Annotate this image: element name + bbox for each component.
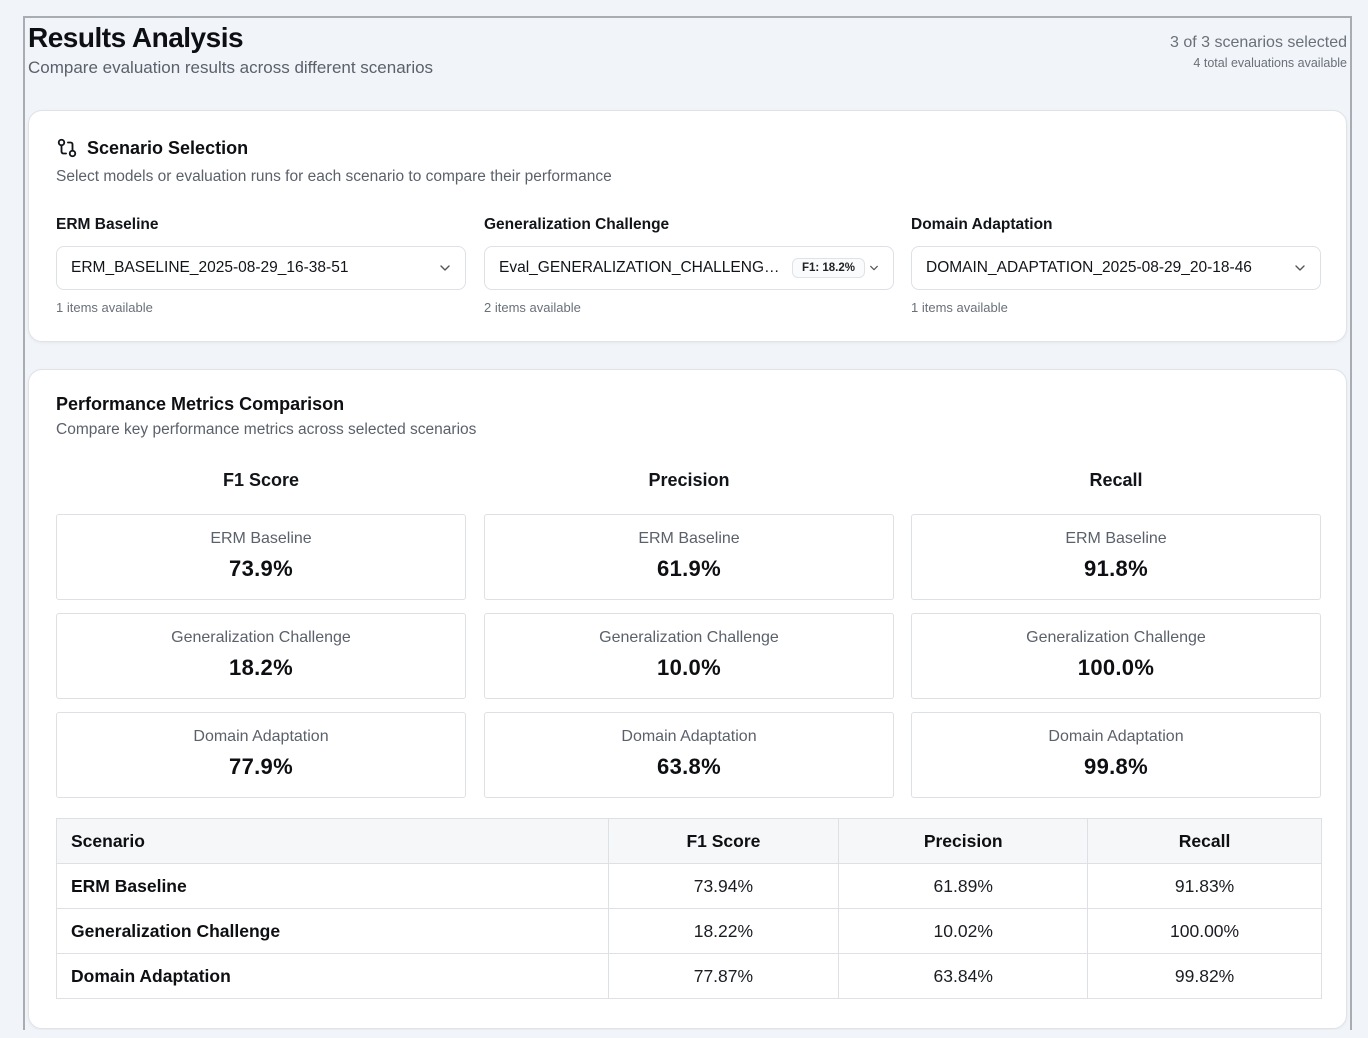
- table-row: Domain Adaptation 77.87% 63.84% 99.82%: [56, 953, 1322, 999]
- chevron-down-icon: [870, 265, 878, 271]
- git-compare-icon: [56, 137, 78, 159]
- domain-adaptation-select[interactable]: DOMAIN_ADAPTATION_2025-08-29_20-18-46: [911, 246, 1321, 290]
- items-available-count: 1 items available: [911, 300, 1008, 315]
- cell-f1-score: 73.94%: [607, 863, 840, 909]
- scenario-selection-title: Scenario Selection: [87, 137, 249, 158]
- metric-value: 63.8%: [657, 754, 721, 779]
- page-title: Results Analysis: [28, 22, 244, 53]
- column-header-scenario: Scenario: [56, 818, 609, 864]
- metric-scenario-label: Domain Adaptation: [621, 728, 757, 745]
- metrics-description: Compare key performance metrics across s…: [56, 421, 477, 438]
- dropdown-selected-value: Eval_GENERALIZATION_CHALLENGE_2025-08-29: [499, 259, 782, 276]
- cell-recall: 100.00%: [1087, 908, 1322, 954]
- metric-value: 10.0%: [657, 655, 721, 680]
- column-header-precision: Precision: [838, 818, 1089, 864]
- scenario-selection-header: Scenario Selection: [56, 137, 248, 159]
- metrics-comparison-table: Scenario F1 Score Precision Recall ERM B…: [56, 818, 1322, 999]
- page-subtitle: Compare evaluation results across differ…: [28, 58, 434, 77]
- metric-scenario-label: ERM Baseline: [210, 530, 312, 547]
- metric-card: Generalization Challenge 18.2%: [56, 613, 466, 699]
- performance-metrics-card: Performance Metrics Comparison Compare k…: [28, 369, 1347, 1029]
- cell-scenario: Generalization Challenge: [56, 908, 609, 954]
- items-available-count: 2 items available: [484, 300, 581, 315]
- total-evaluations-count: 4 total evaluations available: [1193, 56, 1347, 70]
- f1-score-badge: F1: 18.2%: [791, 258, 865, 278]
- items-available-count: 1 items available: [56, 300, 153, 315]
- metric-card: Domain Adaptation 63.8%: [484, 712, 894, 798]
- metric-column-recall: Recall ERM Baseline 91.8% Generalization…: [911, 470, 1321, 798]
- dropdown-label: Domain Adaptation: [911, 216, 1053, 233]
- metric-column-title: F1 Score: [222, 470, 300, 490]
- cell-recall: 99.82%: [1087, 953, 1322, 999]
- cell-f1-score: 18.22%: [607, 908, 840, 954]
- metric-card: Domain Adaptation 77.9%: [56, 712, 466, 798]
- metric-scenario-label: Generalization Challenge: [171, 629, 351, 646]
- table-row: Generalization Challenge 18.22% 10.02% 1…: [56, 908, 1322, 954]
- metric-column-f1-score: F1 Score ERM Baseline 73.9% Generalizati…: [56, 470, 466, 798]
- metric-card: Domain Adaptation 99.8%: [911, 712, 1321, 798]
- metric-card: ERM Baseline 73.9%: [56, 514, 466, 600]
- metric-scenario-label: ERM Baseline: [1065, 530, 1167, 547]
- cell-recall: 91.83%: [1087, 863, 1322, 909]
- cell-f1-score: 77.87%: [607, 953, 840, 999]
- metric-card: Generalization Challenge 100.0%: [911, 613, 1321, 699]
- selection-summary: 3 of 3 scenarios selected 4 total evalua…: [1170, 34, 1347, 70]
- cell-scenario: Domain Adaptation: [56, 953, 609, 999]
- scenario-dropdown-erm-baseline: ERM Baseline ERM_BASELINE_2025-08-29_16-…: [56, 216, 466, 315]
- metric-scenario-label: Domain Adaptation: [1048, 728, 1184, 745]
- erm-baseline-select[interactable]: ERM_BASELINE_2025-08-29_16-38-51: [56, 246, 466, 290]
- metric-card: Generalization Challenge 10.0%: [484, 613, 894, 699]
- scenario-dropdown-generalization-challenge: Generalization Challenge Eval_GENERALIZA…: [484, 216, 894, 315]
- cell-precision: 61.89%: [838, 863, 1089, 909]
- cell-precision: 63.84%: [838, 953, 1089, 999]
- metric-scenario-label: Generalization Challenge: [599, 629, 779, 646]
- metric-scenario-label: ERM Baseline: [638, 530, 740, 547]
- metric-column-title: Recall: [1089, 470, 1143, 490]
- dropdown-selected-value: ERM_BASELINE_2025-08-29_16-38-51: [71, 259, 349, 276]
- dropdown-selected-value: DOMAIN_ADAPTATION_2025-08-29_20-18-46: [926, 259, 1252, 276]
- metric-value: 99.8%: [1084, 754, 1148, 779]
- page-header: Results Analysis Compare evaluation resu…: [28, 22, 1347, 92]
- metric-column-title: Precision: [648, 470, 730, 490]
- metric-value: 18.2%: [229, 655, 293, 680]
- dropdown-label: ERM Baseline: [56, 216, 159, 233]
- chevron-down-icon: [1295, 265, 1305, 271]
- metric-scenario-label: Generalization Challenge: [1026, 629, 1206, 646]
- generalization-challenge-select[interactable]: Eval_GENERALIZATION_CHALLENGE_2025-08-29…: [484, 246, 894, 290]
- cell-scenario: ERM Baseline: [56, 863, 609, 909]
- scenario-dropdown-domain-adaptation: Domain Adaptation DOMAIN_ADAPTATION_2025…: [911, 216, 1321, 315]
- metric-card: ERM Baseline 61.9%: [484, 514, 894, 600]
- chevron-down-icon: [440, 265, 450, 271]
- metric-column-precision: Precision ERM Baseline 61.9% Generalizat…: [484, 470, 894, 798]
- column-header-f1-score: F1 Score: [607, 818, 840, 864]
- metric-scenario-label: Domain Adaptation: [193, 728, 329, 745]
- metric-value: 61.9%: [657, 556, 721, 581]
- table-header-row: Scenario F1 Score Precision Recall: [56, 818, 1322, 864]
- scenario-selection-description: Select models or evaluation runs for eac…: [56, 168, 612, 185]
- cell-precision: 10.02%: [838, 908, 1089, 954]
- table-row: ERM Baseline 73.94% 61.89% 91.83%: [56, 863, 1322, 909]
- metric-value: 100.0%: [1077, 655, 1155, 680]
- scenario-selection-card: Scenario Selection Select models or eval…: [28, 110, 1347, 342]
- metric-value: 77.9%: [229, 754, 293, 779]
- selected-scenarios-count: 3 of 3 scenarios selected: [1170, 34, 1347, 51]
- metric-value: 73.9%: [229, 556, 293, 581]
- column-header-recall: Recall: [1087, 818, 1322, 864]
- dropdown-label: Generalization Challenge: [484, 216, 670, 233]
- metrics-title: Performance Metrics Comparison: [56, 394, 345, 414]
- metric-value: 91.8%: [1084, 556, 1148, 581]
- metric-card: ERM Baseline 91.8%: [911, 514, 1321, 600]
- results-analysis-panel: Results Analysis Compare evaluation resu…: [23, 16, 1352, 1030]
